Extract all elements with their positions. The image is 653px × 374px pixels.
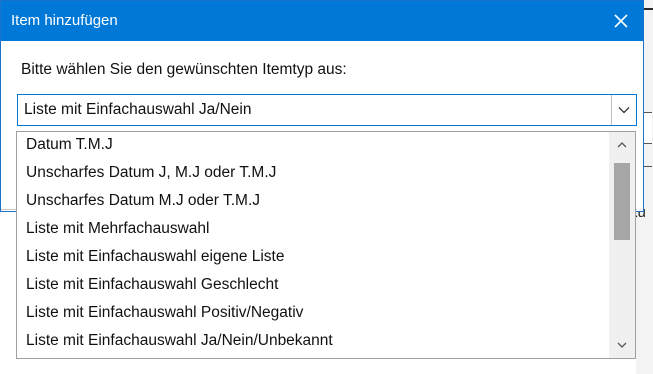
- combobox-value: Liste mit Einfachauswahl Ja/Nein: [24, 101, 252, 118]
- dialog-titlebar: Item hinzufügen: [1, 1, 643, 41]
- close-button[interactable]: [599, 1, 643, 41]
- dialog-title: Item hinzufügen: [11, 12, 118, 29]
- prompt-label: Bitte wählen Sie den gewünschten Itemtyp…: [21, 61, 347, 78]
- scroll-up-button[interactable]: [609, 132, 635, 158]
- list-item[interactable]: Unscharfes Datum M.J oder T.M.J: [17, 188, 609, 214]
- vertical-scrollbar[interactable]: [609, 132, 635, 358]
- list-item[interactable]: Liste mit Einfachauswahl Positiv/Negativ: [17, 300, 609, 326]
- list-item[interactable]: Unscharfes Datum J, M.J oder T.M.J: [17, 160, 609, 186]
- dropdown-items: Datum T.M.J Unscharfes Datum J, M.J oder…: [17, 132, 609, 358]
- close-icon: [614, 14, 628, 28]
- chevron-up-icon: [617, 142, 627, 148]
- background-control: [643, 166, 652, 187]
- list-item[interactable]: Liste mit Mehrfachauswahl: [17, 216, 609, 242]
- scroll-thumb[interactable]: [614, 163, 630, 240]
- chevron-down-icon: [617, 342, 627, 348]
- item-type-dropdown-list[interactable]: Datum T.M.J Unscharfes Datum J, M.J oder…: [16, 131, 636, 359]
- list-item[interactable]: Liste mit Einfachauswahl Geschlecht: [17, 272, 609, 298]
- list-item[interactable]: Datum T.M.J: [17, 132, 609, 158]
- combobox-dropdown-button[interactable]: [611, 95, 636, 125]
- list-item[interactable]: Liste mit Einfachauswahl Ja/Nein/Unbekan…: [17, 328, 609, 354]
- chevron-down-icon: [618, 107, 630, 114]
- list-item[interactable]: Liste mit Einfachauswahl eigene Liste: [17, 244, 609, 270]
- scroll-down-button[interactable]: [609, 332, 635, 358]
- item-type-combobox[interactable]: Liste mit Einfachauswahl Ja/Nein: [17, 94, 637, 126]
